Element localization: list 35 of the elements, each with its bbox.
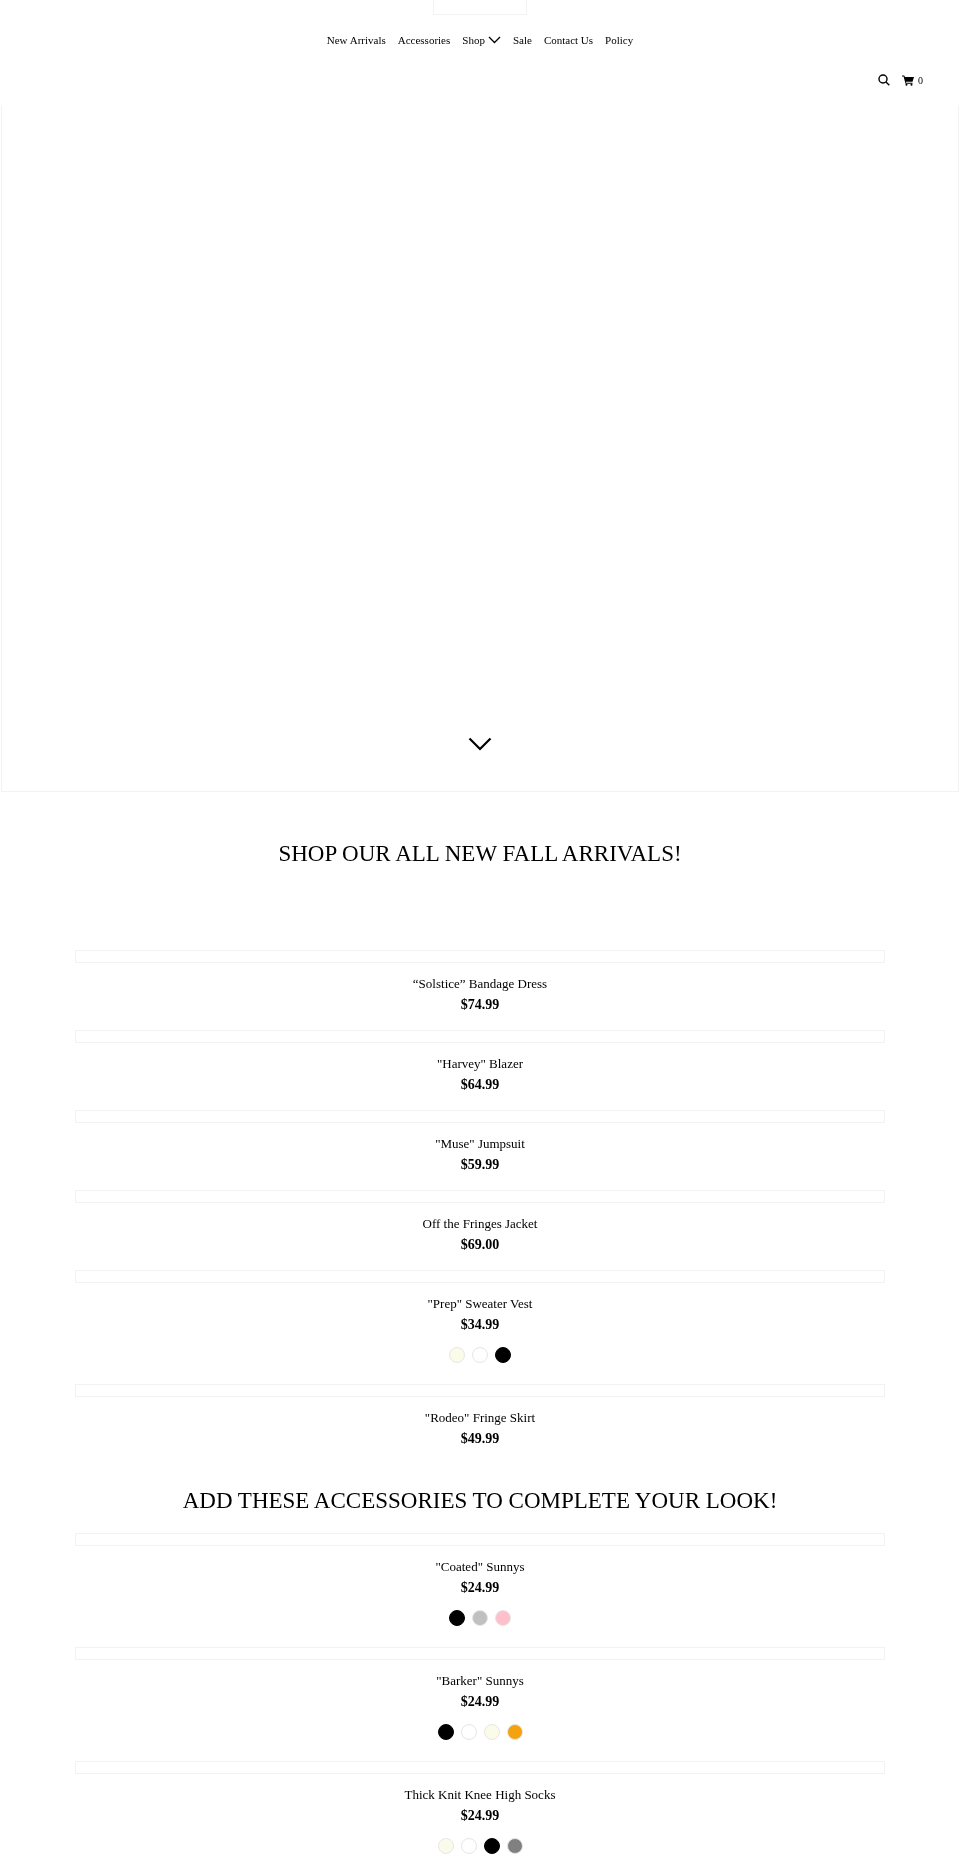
product-name[interactable]: "Prep" Sweater Vest xyxy=(427,1296,533,1312)
product-name[interactable]: "Coated" Sunnys xyxy=(435,1559,525,1575)
nav-link[interactable]: Accessories xyxy=(397,32,451,49)
nav-link[interactable]: Contact Us xyxy=(543,32,594,49)
chevron-down-icon[interactable] xyxy=(468,737,492,751)
search-icon[interactable] xyxy=(878,74,890,86)
product-name[interactable]: "Barker" Sunnys xyxy=(436,1673,524,1689)
color-swatch[interactable] xyxy=(495,1347,511,1363)
nav-link[interactable]: Policy xyxy=(605,32,634,49)
cart-icon[interactable] xyxy=(902,74,914,86)
color-swatch[interactable] xyxy=(483,1838,500,1854)
product-name[interactable]: Off the Fringes Jacket xyxy=(422,1216,538,1232)
section-heading: SHOP OUR ALL NEW FALL ARRIVALS! xyxy=(277,840,683,868)
product-name[interactable]: "Rodeo" Fringe Skirt xyxy=(424,1410,536,1426)
product-price: $24.99 xyxy=(460,1694,500,1710)
nav-link[interactable]: Sale xyxy=(512,32,532,49)
product-price: $69.00 xyxy=(460,1237,500,1253)
product-name[interactable]: “Solstice” Bandage Dress xyxy=(412,976,548,992)
product-name[interactable]: "Muse" Jumpsuit xyxy=(435,1136,525,1152)
section-heading: ADD THESE ACCESSORIES TO COMPLETE YOUR LOOK! xyxy=(181,1487,779,1515)
product-name[interactable]: "Harvey" Blazer xyxy=(436,1056,523,1072)
product-price: $64.99 xyxy=(460,1077,500,1093)
product-price: $59.99 xyxy=(460,1157,500,1173)
color-swatch[interactable] xyxy=(449,1610,465,1626)
product-price: $24.99 xyxy=(460,1580,500,1596)
nav-link[interactable]: Shop xyxy=(462,32,501,49)
product-price: $34.99 xyxy=(460,1317,500,1333)
color-swatch[interactable] xyxy=(437,1724,454,1740)
product-price: $49.99 xyxy=(460,1431,500,1447)
cart-count[interactable]: 0 xyxy=(918,72,923,88)
product-name[interactable]: Thick Knit Knee High Socks xyxy=(404,1787,556,1803)
nav-link[interactable]: New Arrivals xyxy=(326,32,386,49)
chevron-down-icon xyxy=(487,36,501,45)
product-price: $24.99 xyxy=(460,1808,500,1824)
product-price: $74.99 xyxy=(460,997,500,1013)
